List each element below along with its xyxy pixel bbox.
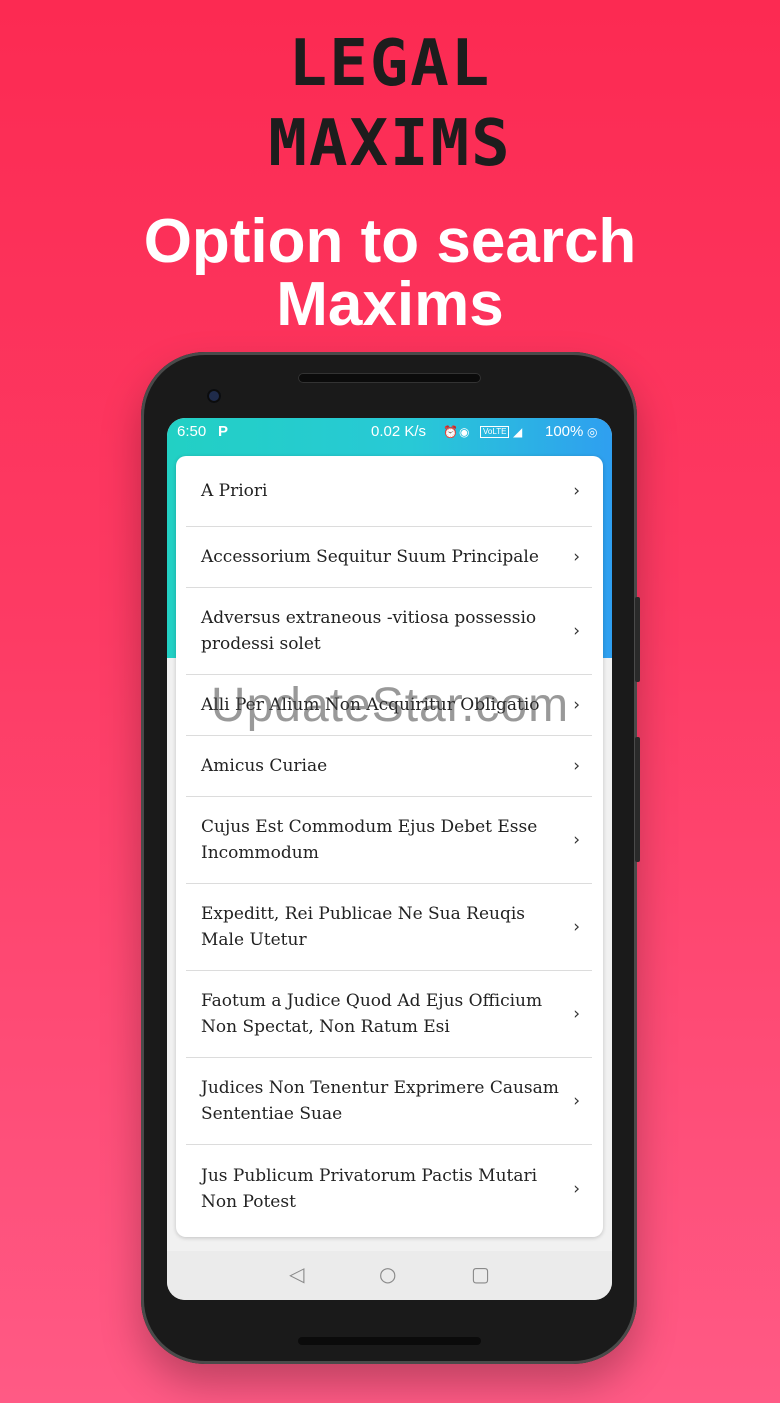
- chevron-right-icon: ›: [573, 1091, 580, 1111]
- android-nav-bar: ◁ ○ ▢: [167, 1251, 612, 1300]
- status-bar: 6:50 P 0.02 K/s ⏰ ◉ VoLTE ◢ 100% ◎: [167, 418, 612, 446]
- list-item-label: Judices Non Tenentur Exprimere Causam Se…: [201, 1078, 559, 1124]
- list-item[interactable]: Faotum a Judice Quod Ad Ejus Officium No…: [186, 971, 592, 1058]
- list-item-label: Adversus extraneous -vitiosa possessio p…: [201, 608, 537, 654]
- earpiece-speaker: [298, 373, 481, 383]
- home-icon[interactable]: ○: [379, 1263, 396, 1285]
- list-item[interactable]: Jus Publicum Privatorum Pactis Mutari No…: [186, 1145, 592, 1233]
- bottom-speaker: [298, 1337, 481, 1345]
- recent-apps-icon[interactable]: ▢: [471, 1263, 490, 1285]
- app-notification-icon: P: [218, 423, 229, 440]
- list-item[interactable]: Cujus Est Commodum Ejus Debet Esse Incom…: [186, 797, 592, 884]
- list-item-label: A Priori: [201, 481, 268, 501]
- battery-percent: 100%: [545, 423, 584, 440]
- volte-badge: VoLTE: [480, 426, 510, 438]
- back-icon[interactable]: ◁: [289, 1263, 304, 1285]
- hotspot-icon: ◉: [459, 425, 470, 439]
- promo-subtitle-line2: Maxims: [276, 270, 504, 339]
- chevron-right-icon: ›: [573, 830, 580, 850]
- list-item[interactable]: Accessorium Sequitur Suum Principale ›: [186, 527, 592, 588]
- list-item[interactable]: Adversus extraneous -vitiosa possessio p…: [186, 588, 592, 675]
- maxims-list-card: A Priori › Accessorium Sequitur Suum Pri…: [176, 456, 603, 1237]
- list-item-label: Accessorium Sequitur Suum Principale: [201, 547, 539, 567]
- signal-icon: ◢: [513, 425, 523, 439]
- chevron-right-icon: ›: [573, 756, 580, 776]
- chevron-right-icon: ›: [573, 695, 580, 715]
- phone-frame: 6:50 P 0.02 K/s ⏰ ◉ VoLTE ◢ 100% ◎ A Pri…: [141, 352, 640, 1364]
- list-item-label: Cujus Est Commodum Ejus Debet Esse Incom…: [201, 817, 538, 863]
- list-item[interactable]: A Priori ›: [186, 456, 592, 527]
- promo-title-line1: LEGAL: [288, 27, 492, 101]
- list-item-label: Alli Per Alium Non Acquiritur Obligatio: [201, 695, 540, 715]
- list-item[interactable]: Expeditt, Rei Publicae Ne Sua Reuqis Mal…: [186, 884, 592, 971]
- status-time: 6:50: [177, 423, 207, 440]
- volume-button: [635, 737, 640, 862]
- alarm-icon: ⏰: [443, 425, 458, 439]
- list-item[interactable]: Judices Non Tenentur Exprimere Causam Se…: [186, 1058, 592, 1145]
- promo-subtitle-line1: Option to search: [143, 207, 637, 276]
- network-speed: 0.02 K/s: [371, 423, 427, 440]
- chevron-right-icon: ›: [573, 547, 580, 567]
- chevron-right-icon: ›: [573, 1004, 580, 1024]
- list-item-label: Expeditt, Rei Publicae Ne Sua Reuqis Mal…: [201, 904, 526, 950]
- chevron-right-icon: ›: [573, 621, 580, 641]
- list-item-label: Amicus Curiae: [201, 756, 328, 776]
- phone-screen: 6:50 P 0.02 K/s ⏰ ◉ VoLTE ◢ 100% ◎ A Pri…: [167, 418, 612, 1300]
- front-camera: [207, 389, 221, 403]
- battery-ring-icon: ◎: [587, 425, 598, 439]
- list-item[interactable]: Amicus Curiae ›: [186, 736, 592, 797]
- list-item[interactable]: Alli Per Alium Non Acquiritur Obligatio …: [186, 675, 592, 736]
- power-button: [635, 597, 640, 682]
- list-item-label: Jus Publicum Privatorum Pactis Mutari No…: [201, 1166, 538, 1212]
- list-item-label: Faotum a Judice Quod Ad Ejus Officium No…: [201, 991, 543, 1037]
- chevron-right-icon: ›: [573, 917, 580, 937]
- chevron-right-icon: ›: [573, 481, 580, 501]
- chevron-right-icon: ›: [573, 1179, 580, 1199]
- promo-title-line2: MAXIMS: [268, 107, 512, 181]
